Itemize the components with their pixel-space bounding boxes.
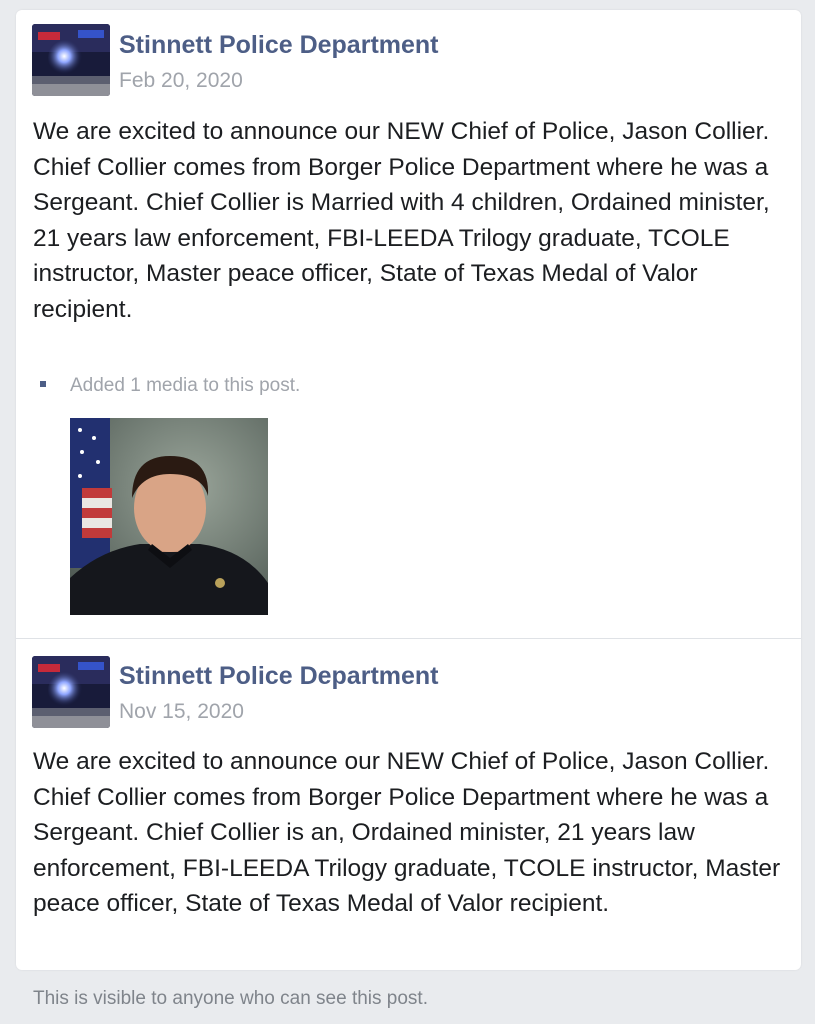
media-added-text: Added 1 media to this post. (70, 375, 301, 396)
bullet-icon (40, 380, 46, 387)
page-avatar[interactable] (32, 24, 110, 96)
post-date[interactable]: Feb 20, 2020 (119, 69, 243, 93)
post-body: We are excited to announce our NEW Chief… (33, 118, 770, 323)
page-name-link[interactable]: Stinnett Police Department (119, 31, 439, 60)
page-avatar[interactable] (32, 656, 110, 728)
post-body: We are excited to announce our NEW Chief… (33, 748, 781, 917)
visibility-note: This is visible to anyone who can see th… (33, 988, 428, 1009)
chief-portrait-photo[interactable] (70, 418, 268, 615)
page-name-link[interactable]: Stinnett Police Department (119, 662, 439, 691)
post-divider (16, 638, 801, 639)
media-added-note: Added 1 media to this post. (40, 375, 300, 397)
post-date[interactable]: Nov 15, 2020 (119, 700, 244, 724)
